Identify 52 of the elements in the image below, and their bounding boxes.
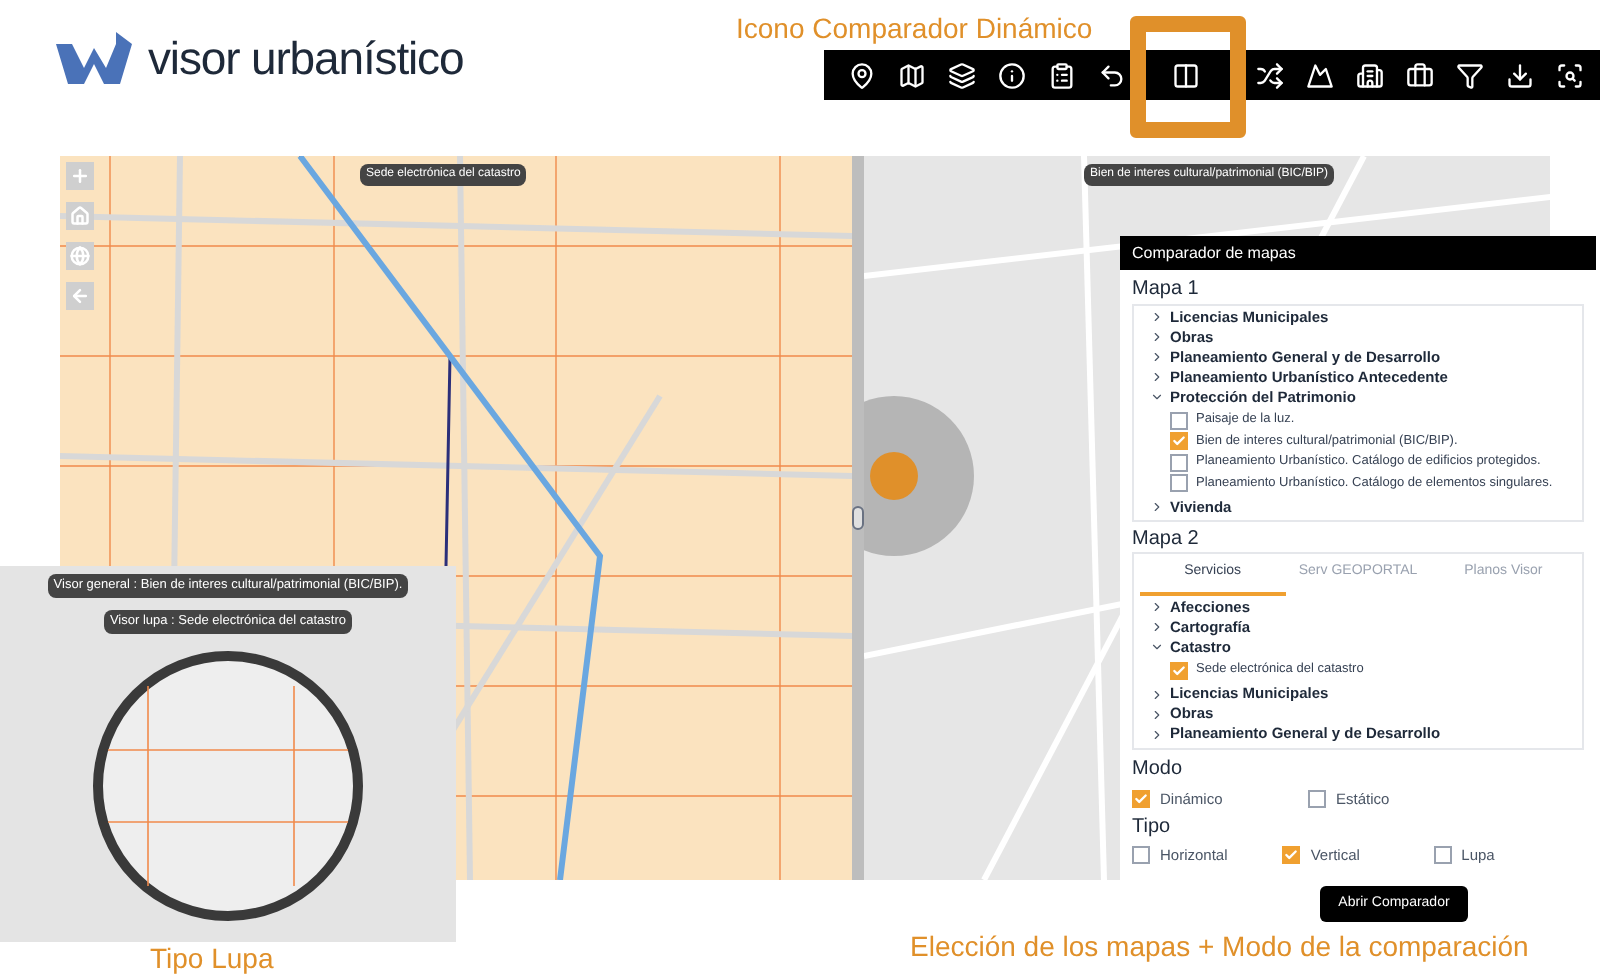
crossed-arrows-icon[interactable]	[1256, 61, 1284, 89]
checkbox[interactable]	[1132, 789, 1150, 808]
expand-toggle-icon[interactable]	[1150, 640, 1164, 654]
location-pin-icon[interactable]	[848, 61, 876, 89]
split-view-icon[interactable]	[1172, 61, 1200, 89]
expand-toggle-icon[interactable]	[1150, 600, 1164, 614]
mountain-icon[interactable]	[1306, 61, 1334, 89]
logo-text: visor urbanístico	[148, 30, 464, 88]
section-heading: Modo	[1132, 758, 1185, 783]
globe-icon	[70, 246, 90, 266]
home-icon	[70, 206, 90, 226]
expand-toggle-icon[interactable]	[1150, 687, 1164, 701]
annotation-label: Elección de los mapas + Modo de la comparación	[910, 932, 1529, 960]
highlight-frame	[1130, 16, 1246, 138]
expand-toggle-icon[interactable]	[1150, 390, 1164, 404]
expand-toggle-icon[interactable]	[1150, 727, 1164, 741]
section-heading: Mapa 1	[1132, 278, 1201, 303]
section-heading: Tipo	[1132, 815, 1173, 841]
filter-icon[interactable]	[1456, 61, 1484, 89]
checkbox[interactable]	[1170, 661, 1188, 680]
checkbox[interactable]	[1282, 846, 1301, 865]
checkbox[interactable]	[1308, 789, 1326, 808]
download-icon[interactable]	[1506, 61, 1534, 89]
checkbox[interactable]	[1170, 474, 1188, 493]
expand-toggle-icon[interactable]	[1150, 330, 1164, 344]
building-icon[interactable]	[1356, 61, 1384, 89]
expand-toggle-icon[interactable]	[1150, 500, 1164, 514]
plus-icon	[70, 166, 90, 186]
checkbox[interactable]	[1132, 846, 1150, 865]
checkbox[interactable]	[1170, 411, 1188, 430]
expand-toggle-icon[interactable]	[1150, 370, 1164, 384]
expand-toggle-icon[interactable]	[1150, 310, 1164, 324]
expand-toggle-icon[interactable]	[1150, 707, 1164, 721]
checkbox[interactable]	[1170, 432, 1188, 451]
undo-arrow-icon[interactable]	[1098, 61, 1126, 89]
annotation-label: Tipo Lupa	[150, 944, 274, 972]
panel-title: Comparador de mapas	[1120, 236, 1596, 270]
arrow-left-icon	[70, 286, 90, 306]
briefcase-icon[interactable]	[1406, 61, 1434, 89]
map-icon[interactable]	[898, 61, 926, 89]
expand-toggle-icon[interactable]	[1150, 350, 1164, 364]
annotation-label: Icono Comparador Dinámico	[736, 10, 1093, 48]
expand-toggle-icon[interactable]	[1150, 620, 1164, 634]
screen-search-icon[interactable]	[1556, 61, 1584, 89]
checkbox[interactable]	[1433, 846, 1452, 865]
logo-icon	[56, 28, 132, 89]
section-heading: Mapa 2	[1132, 527, 1201, 552]
info-icon[interactable]	[998, 61, 1026, 89]
clipboard-icon[interactable]	[1048, 61, 1076, 89]
layers-icon[interactable]	[948, 61, 976, 89]
swipe-handle[interactable]	[852, 506, 864, 530]
checkbox[interactable]	[1170, 453, 1188, 472]
